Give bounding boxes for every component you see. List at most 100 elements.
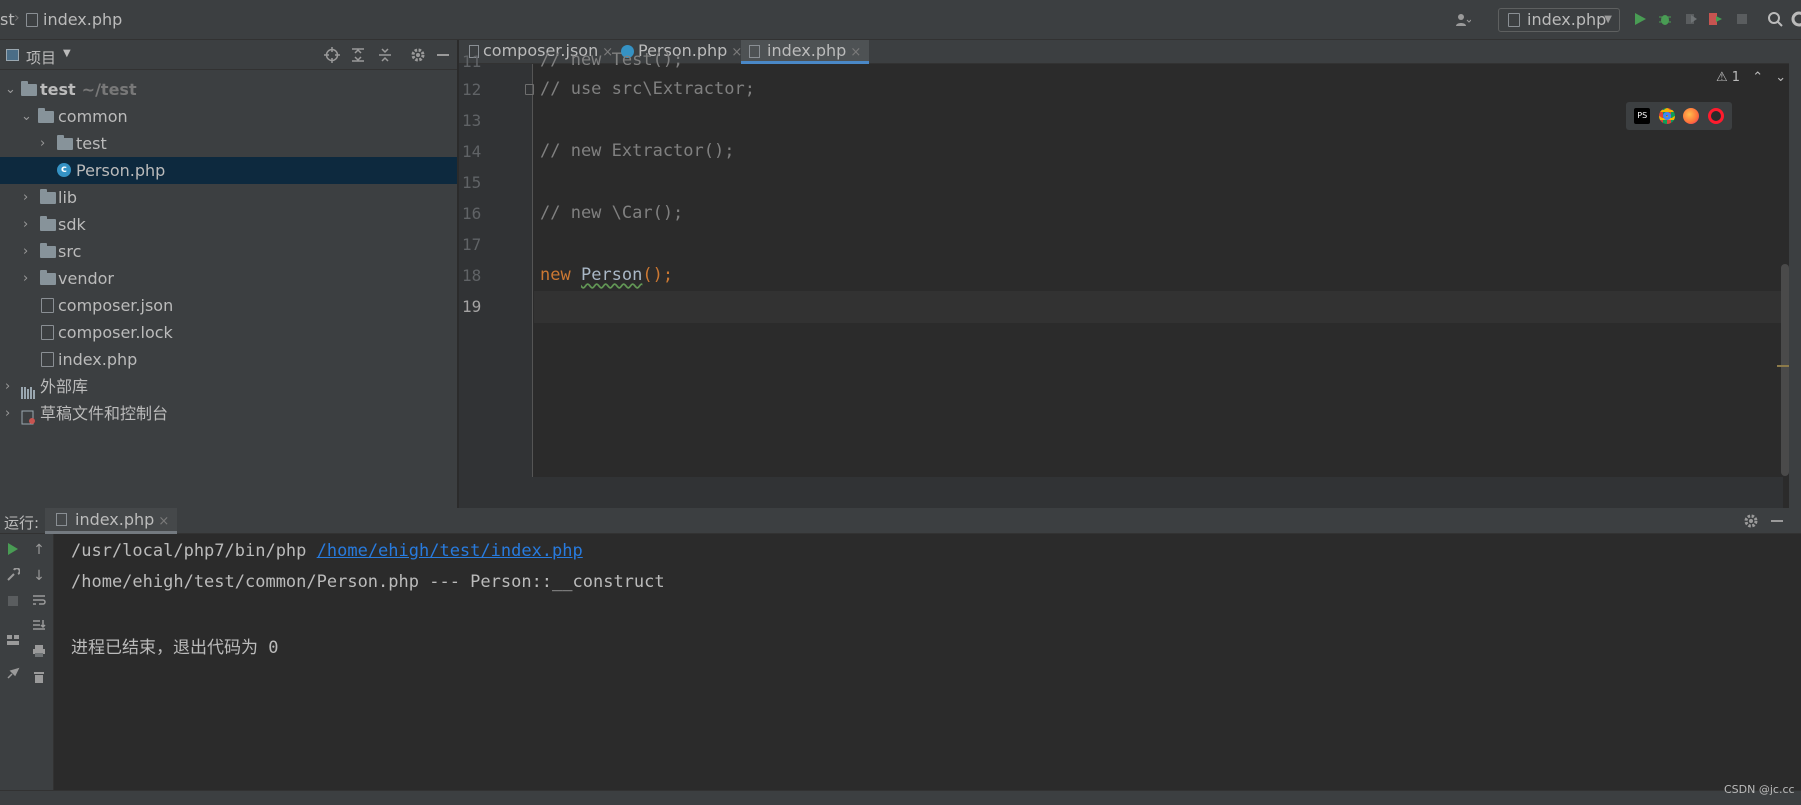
php-file-icon xyxy=(41,352,54,367)
scroll-marker xyxy=(1777,365,1789,367)
rerun-icon[interactable] xyxy=(5,542,21,558)
print-icon[interactable] xyxy=(31,644,47,660)
expand-all-icon[interactable] xyxy=(350,47,366,63)
editor-bottom-area xyxy=(459,477,1783,508)
project-panel-header: 项目 ▼ xyxy=(0,40,457,70)
tree-item-external-libraries[interactable]: › 外部库 xyxy=(0,373,457,400)
locate-icon[interactable] xyxy=(324,47,340,63)
folder-icon xyxy=(21,81,37,96)
collapse-all-icon[interactable] xyxy=(377,47,393,63)
run-config-label: index.php xyxy=(1527,10,1607,29)
run-config-select[interactable]: index.php ▼ xyxy=(1498,8,1620,32)
coverage-icon[interactable] xyxy=(1683,11,1699,27)
run-actions-toolbar xyxy=(0,534,26,790)
console-command: /usr/local/php7/bin/php xyxy=(71,541,317,561)
layout-icon[interactable] xyxy=(5,633,21,649)
tree-item-label: test xyxy=(40,80,76,99)
code-editor[interactable]: 11 12 13 14 15 16 17 18 19 // new Test()… xyxy=(459,50,1783,477)
stop-icon[interactable] xyxy=(1734,11,1750,27)
console-file-link[interactable]: /home/ehigh/test/index.php xyxy=(317,541,583,561)
line-number: 16 xyxy=(462,204,482,223)
tree-item-composer-json[interactable]: composer.json xyxy=(0,292,457,319)
breadcrumb-project[interactable]: st xyxy=(0,10,15,29)
search-icon[interactable] xyxy=(1767,11,1783,27)
run-tab-index-php[interactable]: index.php × xyxy=(45,508,178,534)
run-icon[interactable] xyxy=(1632,11,1648,27)
phpstorm-icon[interactable]: PS xyxy=(1634,108,1651,124)
opera-icon[interactable] xyxy=(1707,108,1724,124)
gear-icon[interactable] xyxy=(1743,513,1759,529)
status-bar xyxy=(0,790,1801,805)
trash-icon[interactable] xyxy=(31,670,47,686)
tree-item-label: src xyxy=(58,242,82,261)
breadcrumb-file[interactable]: index.php xyxy=(43,10,122,29)
arrow-down-icon[interactable]: ↓ xyxy=(31,568,47,584)
chevron-down-icon: ▼ xyxy=(1604,14,1612,25)
chevron-down-icon: ⌄ xyxy=(5,82,16,97)
run-console[interactable]: /usr/local/php7/bin/php /home/ehigh/test… xyxy=(55,534,1801,790)
chevron-down-icon[interactable]: ⌄ xyxy=(1775,70,1786,85)
tree-item-label: 外部库 xyxy=(40,377,89,396)
tree-item-lib[interactable]: › lib xyxy=(0,184,457,211)
line-number-current: 19 xyxy=(462,297,482,316)
tree-item-label: Person.php xyxy=(76,161,166,180)
minimize-icon[interactable] xyxy=(1771,520,1783,522)
run-tab-label: index.php xyxy=(75,510,155,529)
tree-item-label: sdk xyxy=(58,215,86,234)
debug-icon[interactable] xyxy=(1657,11,1673,27)
tree-item-sdk[interactable]: › sdk xyxy=(0,211,457,238)
code-line: // use src\Extractor; xyxy=(540,79,755,99)
line-number: 14 xyxy=(462,142,482,161)
soft-wrap-icon[interactable] xyxy=(31,593,47,609)
arrow-up-icon[interactable]: ↑ xyxy=(31,542,47,558)
close-icon[interactable]: × xyxy=(158,514,169,529)
folder-icon xyxy=(40,216,56,231)
chevron-right-icon: › xyxy=(5,406,11,421)
php-file-icon xyxy=(26,13,38,27)
watermark: CSDN @jc.cc xyxy=(1724,783,1795,796)
tree-item-composer-lock[interactable]: composer.lock xyxy=(0,319,457,346)
tree-item-scratches[interactable]: › 草稿文件和控制台 xyxy=(0,400,457,427)
settings-icon[interactable] xyxy=(1790,11,1801,27)
tree-item-index-php[interactable]: index.php xyxy=(0,346,457,373)
php-file-icon xyxy=(749,45,760,58)
pin-icon[interactable] xyxy=(5,666,21,682)
title-bar: st › index.php index.php ▼ xyxy=(0,0,1801,40)
inspection-widget[interactable]: ⚠ 1 ⌃ ⌄ xyxy=(1716,70,1786,85)
code-line: new Person(); xyxy=(540,265,673,285)
profile-icon[interactable] xyxy=(1707,11,1723,27)
lock-file-icon xyxy=(41,325,54,340)
console-actions-toolbar: ↑ ↓ xyxy=(26,534,54,790)
run-toolwindow-header: 运行: index.php × xyxy=(0,508,1801,534)
editor-scrollbar[interactable] xyxy=(1781,264,1789,476)
console-line: /home/ehigh/test/common/Person.php --- P… xyxy=(71,572,665,592)
close-icon[interactable]: × xyxy=(850,45,861,60)
line-number: 15 xyxy=(462,173,482,192)
chevron-right-icon: › xyxy=(5,379,11,394)
code-line: // new \Car(); xyxy=(540,203,684,223)
firefox-icon[interactable] xyxy=(1683,108,1700,124)
minimize-icon[interactable] xyxy=(437,54,449,56)
tree-item-common[interactable]: ⌄ common xyxy=(0,103,457,130)
folder-icon xyxy=(57,135,73,150)
tree-item-vendor[interactable]: › vendor xyxy=(0,265,457,292)
wrench-icon[interactable] xyxy=(5,567,21,584)
code-class-name: Person xyxy=(580,265,643,285)
gear-icon[interactable] xyxy=(410,47,426,63)
scroll-to-end-icon[interactable] xyxy=(31,618,47,634)
stop-icon[interactable] xyxy=(5,595,21,611)
tree-item-root[interactable]: ⌄ test ~/test xyxy=(0,76,457,103)
tree-item-src[interactable]: › src xyxy=(0,238,457,265)
chevron-down-icon[interactable]: ▼ xyxy=(63,48,71,59)
chevron-up-icon[interactable]: ⌃ xyxy=(1752,70,1763,85)
tree-item-person-php[interactable]: c Person.php xyxy=(0,157,457,184)
project-panel-title[interactable]: 项目 xyxy=(26,47,56,68)
console-line: /usr/local/php7/bin/php /home/ehigh/test… xyxy=(71,541,583,561)
php-file-icon xyxy=(1508,13,1520,27)
user-icon[interactable] xyxy=(1455,12,1472,28)
tree-item-label: composer.json xyxy=(58,296,174,315)
tree-item-label: lib xyxy=(58,188,78,207)
chrome-icon[interactable] xyxy=(1658,108,1675,124)
tree-item-test[interactable]: › test xyxy=(0,130,457,157)
tab-index-php[interactable]: index.php × xyxy=(741,40,870,64)
